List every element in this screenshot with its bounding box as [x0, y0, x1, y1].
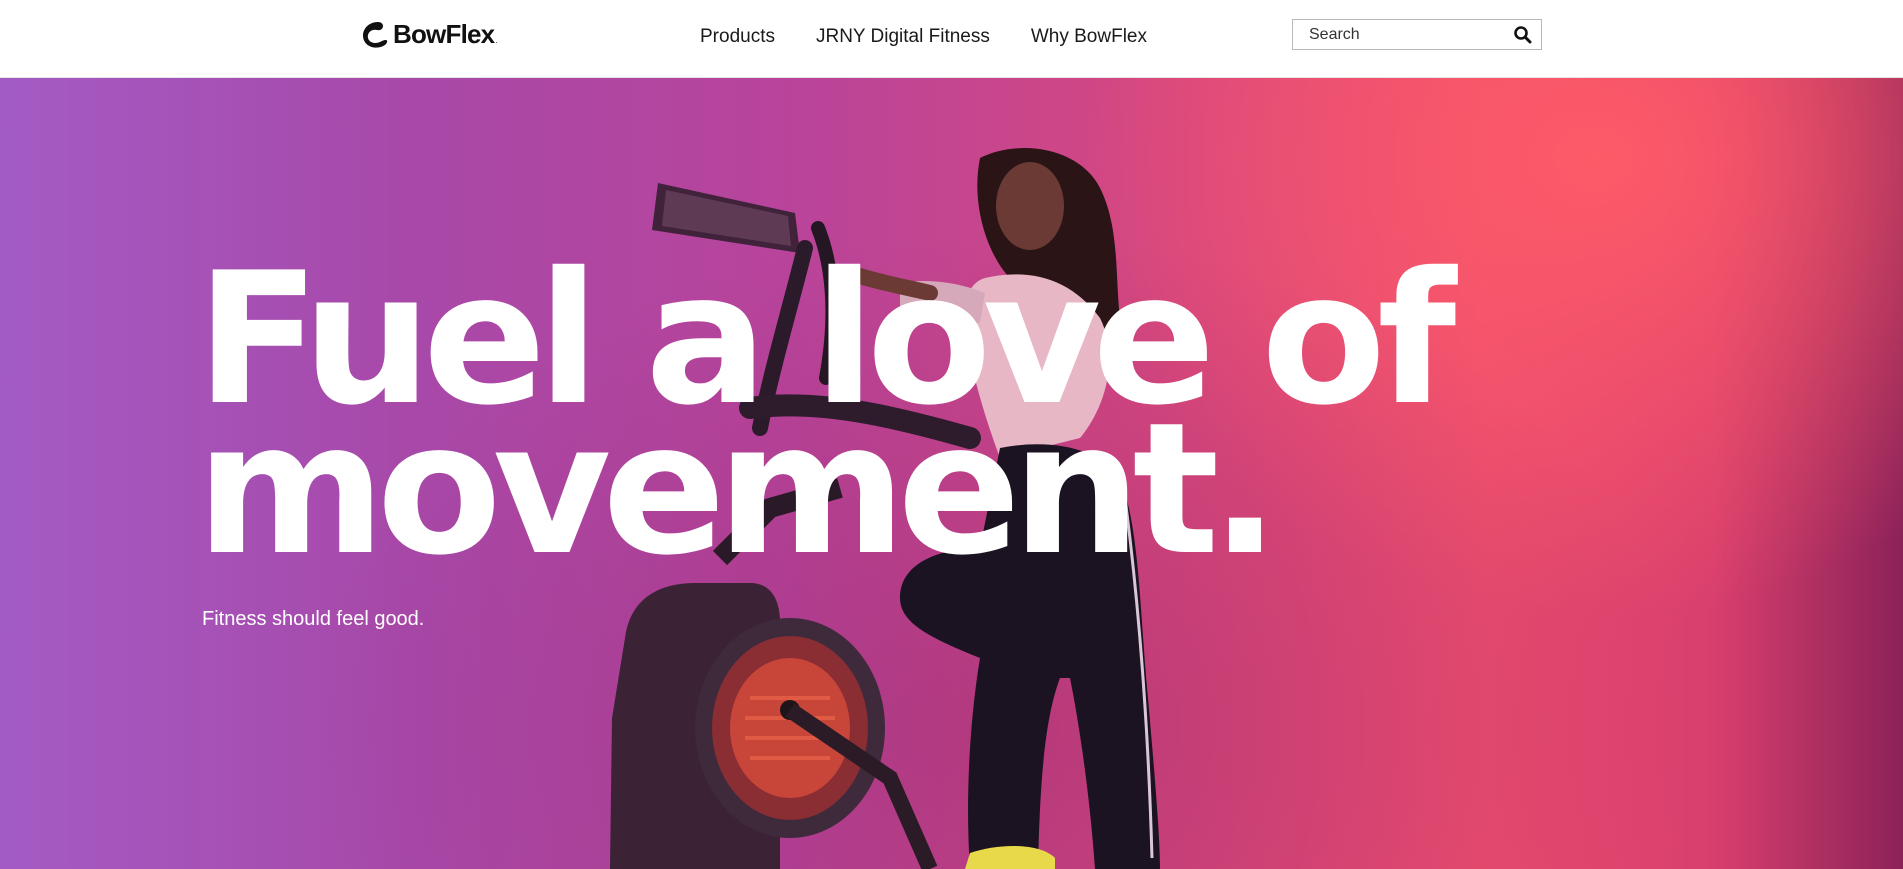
site-header: BowFlex . Products JRNY Digital Fitness … [0, 0, 1903, 78]
hero-headline: Fuel a love of movement. [196, 248, 1456, 595]
search-input[interactable] [1293, 20, 1503, 49]
search-button[interactable] [1513, 25, 1533, 45]
logo-text: BowFlex [393, 18, 495, 49]
search-icon [1514, 26, 1532, 44]
hero-subtitle: Fitness should feel good. [202, 608, 425, 630]
hero-banner: Fuel a love of movement. Fitness should … [0, 78, 1903, 869]
bowflex-logo[interactable]: BowFlex . [362, 19, 498, 49]
nav-products[interactable]: Products [700, 26, 775, 48]
logo-trademark: . [495, 36, 498, 45]
bowflex-logo-icon [363, 22, 388, 48]
search-box [1292, 19, 1542, 50]
hero-headline-line-2: movement. [196, 383, 1280, 595]
nav-why-bowflex[interactable]: Why BowFlex [1031, 26, 1147, 48]
main-nav: Products JRNY Digital Fitness Why BowFle… [700, 22, 1147, 52]
nav-jrny-digital-fitness[interactable]: JRNY Digital Fitness [816, 26, 990, 48]
